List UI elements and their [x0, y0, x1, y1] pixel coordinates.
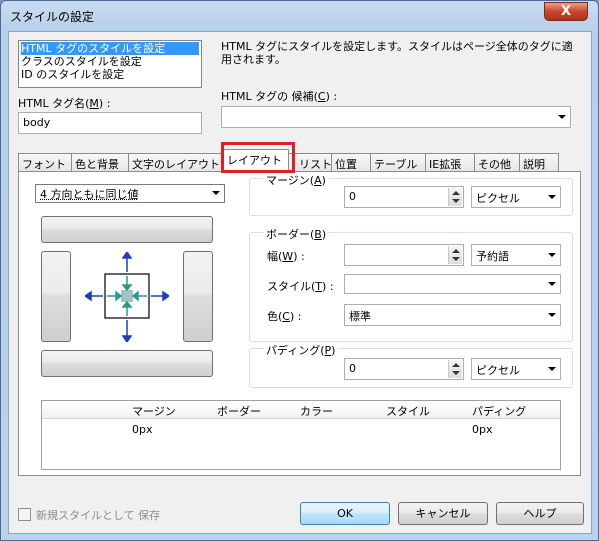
direction-select[interactable]: 4 方向ともに同じ値 — [35, 184, 225, 203]
margin-value: 0 — [349, 190, 356, 203]
margin-value-input[interactable]: 0 — [344, 186, 464, 208]
border-color-label: 色(C) : — [267, 310, 302, 323]
margin-spinner[interactable] — [448, 188, 462, 206]
tab-color-background[interactable]: 色と背景 — [71, 153, 129, 171]
tag-name-label: HTML タグ名(M) : — [18, 97, 111, 110]
bottom-side-button[interactable] — [41, 350, 213, 377]
new-style-checkbox[interactable] — [18, 508, 31, 521]
tab-strip: フォント 色と背景 文字のレイアウト レイアウト リスト 位置 テーブル IE拡… — [18, 149, 581, 172]
description-text: HTML タグにスタイルを設定します。スタイルはページ全体のタグに適用されます。 — [221, 40, 573, 66]
padding-spinner[interactable] — [448, 360, 462, 378]
chevron-down-icon — [548, 282, 556, 286]
column-border[interactable]: ボーダー — [217, 403, 261, 419]
ok-button[interactable]: OK — [300, 502, 390, 525]
close-button[interactable]: X — [544, 2, 588, 21]
border-width-spinner[interactable] — [448, 246, 462, 264]
border-style-label: スタイル(T) : — [267, 280, 334, 293]
style-type-item-id[interactable]: ID のスタイルを設定 — [21, 68, 199, 81]
style-type-item-class[interactable]: クラスのスタイルを設定 — [21, 55, 199, 68]
chevron-down-icon — [212, 191, 220, 195]
tag-candidate-label: HTML タグの 候補(C) : — [221, 90, 338, 103]
tab-table[interactable]: テーブル — [370, 153, 426, 171]
margin-unit-select[interactable]: ピクセル — [471, 186, 561, 208]
title-bar[interactable]: スタイルの設定 X — [1, 1, 598, 31]
dialog-client: HTML タグのスタイルを設定 クラスのスタイルを設定 ID のスタイルを設定 … — [8, 31, 592, 534]
border-width-unit-value: 予約語 — [476, 250, 509, 263]
highlight-box — [221, 142, 295, 173]
column-margin[interactable]: マージン — [132, 403, 176, 419]
padding-unit-select[interactable]: ピクセル — [471, 358, 561, 380]
column-padding[interactable]: パディング — [472, 403, 526, 419]
chevron-down-icon — [548, 313, 556, 317]
chevron-down-icon — [558, 115, 566, 119]
tag-name-input[interactable]: body — [18, 112, 202, 134]
help-button[interactable]: ヘルプ — [496, 502, 584, 525]
box-model-icon — [85, 252, 169, 342]
top-side-button[interactable] — [41, 216, 213, 243]
window-title: スタイルの設定 — [10, 10, 95, 24]
tab-font[interactable]: フォント — [18, 153, 72, 171]
cell-margin: 0px — [132, 423, 153, 436]
style-type-list[interactable]: HTML タグのスタイルを設定 クラスのスタイルを設定 ID のスタイルを設定 — [18, 40, 202, 88]
tag-candidate-select[interactable] — [221, 106, 571, 128]
tab-ie-extension[interactable]: IE拡張 — [425, 153, 475, 171]
padding-value: 0 — [349, 362, 356, 375]
border-label: ボーダー(B) — [264, 226, 329, 242]
chevron-down-icon — [548, 253, 556, 257]
summary-table-header: マージン ボーダー カラー スタイル パディング — [42, 401, 560, 419]
border-width-unit-select[interactable]: 予約語 — [471, 244, 561, 266]
summary-table: マージン ボーダー カラー スタイル パディング 0px 0px — [41, 400, 561, 470]
tab-description[interactable]: 説明 — [519, 153, 559, 171]
padding-label: パディング(P) — [264, 342, 338, 358]
column-style[interactable]: スタイル — [386, 403, 430, 419]
new-style-label: 新規スタイルとして 保存 — [36, 509, 161, 522]
layout-panel: 4 方向ともに同じ値 マージン(A) 0 ピクセル ボーダー(B) 幅(W):… — [18, 171, 581, 476]
style-type-item-tag[interactable]: HTML タグのスタイルを設定 — [21, 42, 199, 55]
border-width-input[interactable] — [344, 244, 464, 266]
dialog-window: スタイルの設定 X HTML タグのスタイルを設定 クラスのスタイルを設定 ID… — [0, 0, 599, 541]
margin-unit-value: ピクセル — [476, 192, 520, 205]
chevron-down-icon — [548, 367, 556, 371]
cancel-button[interactable]: キャンセル — [398, 502, 488, 525]
padding-unit-value: ピクセル — [476, 364, 520, 377]
border-width-label: 幅(W) : — [267, 250, 305, 263]
column-color[interactable]: カラー — [300, 403, 333, 419]
tab-position[interactable]: 位置 — [331, 153, 371, 171]
border-style-select[interactable] — [344, 274, 561, 294]
tab-text-layout[interactable]: 文字のレイアウト — [128, 153, 224, 171]
margin-label: マージン(A) — [264, 172, 328, 188]
right-side-button[interactable] — [183, 251, 213, 342]
direction-select-value: 4 方向ともに同じ値 — [40, 188, 139, 201]
tab-other[interactable]: その他 — [474, 153, 520, 171]
left-side-button[interactable] — [41, 251, 71, 342]
border-color-select[interactable]: 標準 — [344, 304, 561, 326]
chevron-down-icon — [548, 195, 556, 199]
cell-padding: 0px — [472, 423, 493, 436]
padding-value-input[interactable]: 0 — [344, 358, 464, 380]
border-color-value: 標準 — [349, 310, 371, 323]
